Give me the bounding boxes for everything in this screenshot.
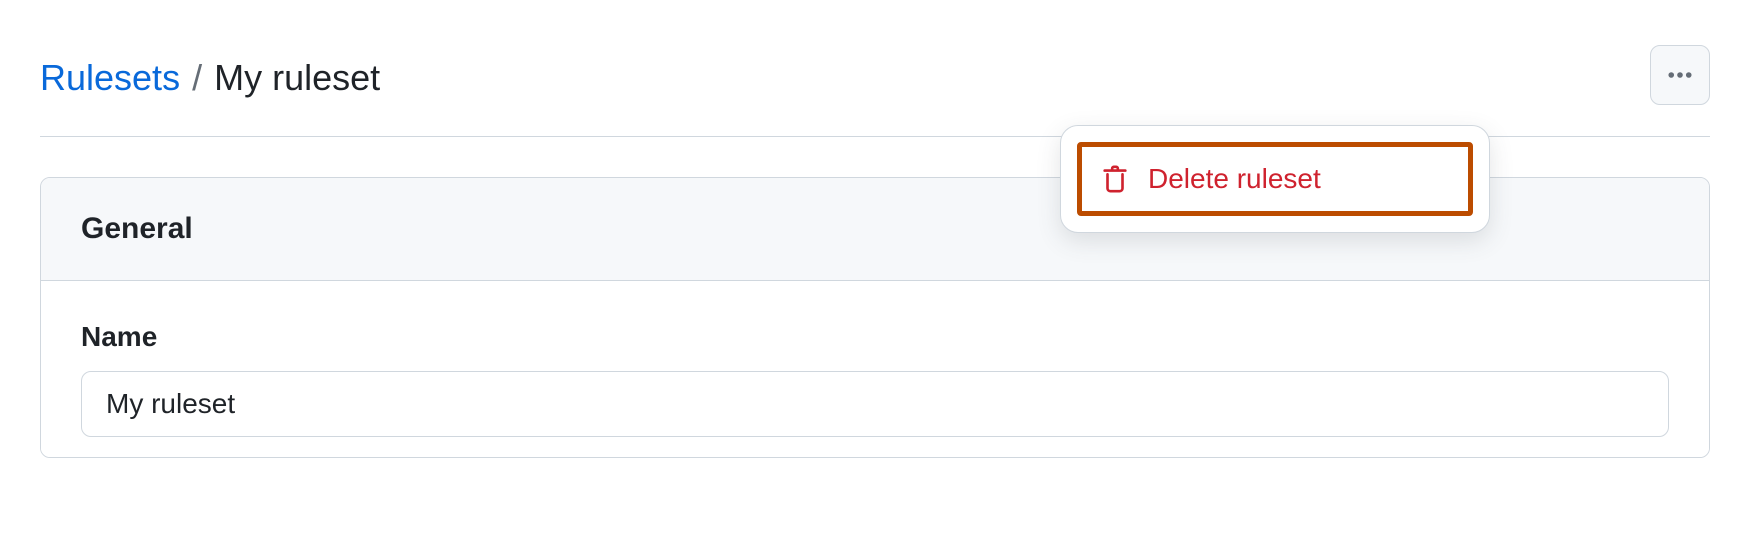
name-input[interactable] [81,371,1669,437]
breadcrumb-parent-link[interactable]: Rulesets [40,57,180,98]
breadcrumb-separator: / [192,57,202,98]
delete-ruleset-label: Delete ruleset [1148,163,1321,195]
panel-body: Name [41,281,1709,457]
actions-dropdown: Delete ruleset [1060,125,1490,233]
page-header: Rulesets / My ruleset Delete ruleset [40,55,1710,100]
name-field-label: Name [81,321,1669,353]
kebab-horizontal-icon [1666,61,1694,89]
breadcrumb-current: My ruleset [214,57,380,98]
trash-icon [1100,164,1130,194]
breadcrumb: Rulesets / My ruleset [40,55,380,100]
more-actions-button[interactable] [1650,45,1710,105]
delete-ruleset-item[interactable]: Delete ruleset [1077,142,1473,216]
